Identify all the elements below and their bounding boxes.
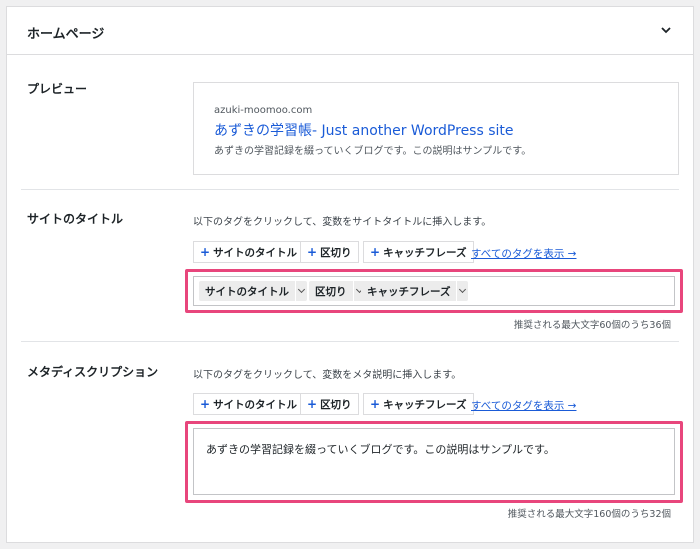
- site-title-hint: 以下のタグをクリックして、変数をサイトタイトルに挿入します。: [193, 217, 492, 228]
- divider: [21, 189, 679, 190]
- plus-icon: +: [370, 245, 381, 259]
- panel-header[interactable]: ホームページ: [7, 7, 693, 55]
- meta-description-hint: 以下のタグをクリックして、変数をメタ説明に挿入します。: [193, 370, 462, 381]
- chevron-down-icon[interactable]: [295, 281, 307, 301]
- show-all-tags-link[interactable]: すべてのタグを表示 →: [471, 398, 576, 413]
- meta-description-textarea[interactable]: あずきの学習記録を綴っていくブログです。この説明はサンプルです。: [193, 428, 675, 495]
- chip-separator[interactable]: 区切り: [309, 281, 365, 301]
- tag-button-tagline[interactable]: + キャッチフレーズ: [363, 393, 474, 415]
- tag-button-site-title[interactable]: + サイトのタイトル: [193, 241, 305, 263]
- chevron-down-icon[interactable]: [456, 281, 468, 301]
- panel-title: ホームページ: [27, 27, 105, 42]
- homepage-panel: ホームページ プレビュー azuki-moomoo.com あずきの学習帳- J…: [6, 6, 694, 543]
- meta-description-label: メタディスクリプション: [27, 365, 159, 379]
- plus-icon: +: [307, 245, 318, 259]
- meta-description-value: あずきの学習記録を綴っていくブログです。この説明はサンプルです。: [206, 443, 555, 456]
- divider: [21, 341, 679, 342]
- tag-button-separator[interactable]: + 区切り: [300, 241, 359, 263]
- site-title-counter: 推奨される最大文字60個のうち36個: [513, 320, 671, 331]
- show-all-tags-link[interactable]: すべてのタグを表示 →: [471, 246, 576, 261]
- plus-icon: +: [200, 245, 211, 259]
- chip-tagline[interactable]: キャッチフレーズ: [361, 281, 469, 301]
- chevron-down-icon[interactable]: [659, 23, 673, 37]
- tag-button-tagline[interactable]: + キャッチフレーズ: [363, 241, 474, 263]
- search-preview: azuki-moomoo.com あずきの学習帳- Just another W…: [193, 82, 679, 175]
- preview-url: azuki-moomoo.com: [214, 105, 313, 116]
- tag-button-separator[interactable]: + 区切り: [300, 393, 359, 415]
- tag-button-site-title[interactable]: + サイトのタイトル: [193, 393, 305, 415]
- preview-description: あずきの学習記録を綴っていくブログです。この説明はサンプルです。: [214, 146, 532, 157]
- site-title-label: サイトのタイトル: [27, 212, 124, 226]
- plus-icon: +: [307, 397, 318, 411]
- meta-description-counter: 推奨される最大文字160個のうち32個: [507, 509, 671, 520]
- chip-site-title[interactable]: サイトのタイトル: [199, 281, 307, 301]
- plus-icon: +: [200, 397, 211, 411]
- preview-label: プレビュー: [27, 82, 88, 96]
- preview-title: あずきの学習帳- Just another WordPress site: [214, 123, 514, 139]
- site-title-input[interactable]: サイトのタイトル 区切り キャッチフレーズ: [193, 276, 675, 306]
- plus-icon: +: [370, 397, 381, 411]
